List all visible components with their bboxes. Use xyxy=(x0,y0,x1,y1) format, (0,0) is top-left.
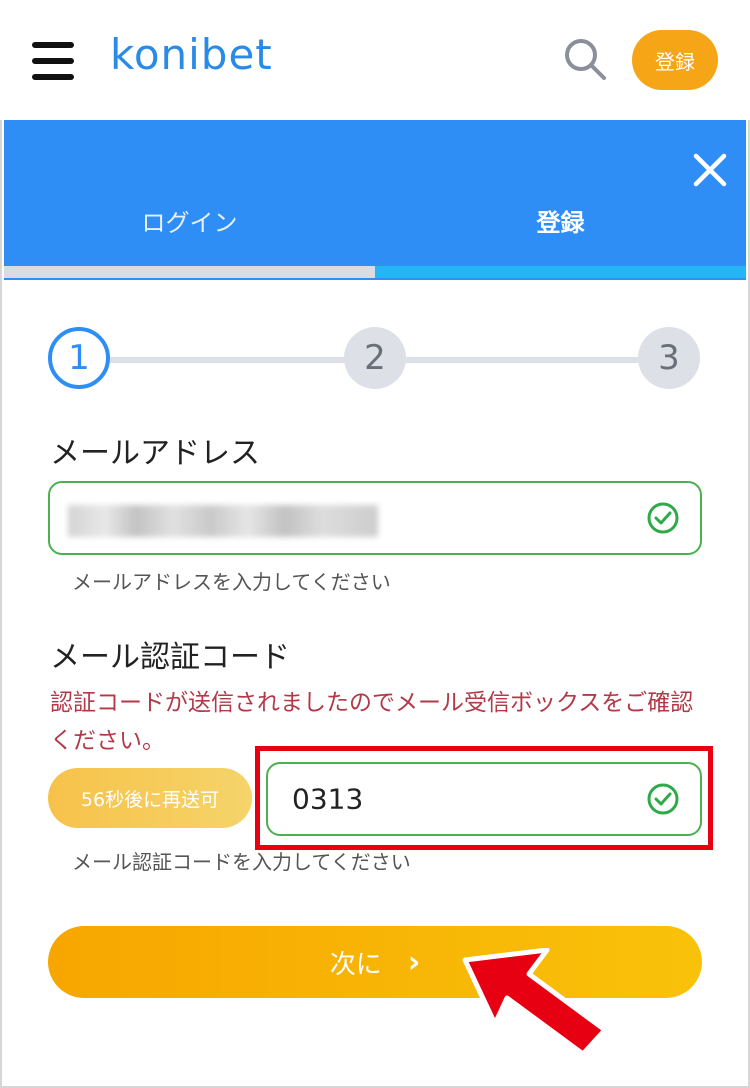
tab-register[interactable]: 登録 xyxy=(375,190,746,250)
tab-indicator-inactive xyxy=(4,266,375,278)
registration-stepper: 1 2 3 xyxy=(48,327,704,393)
chevron-right-icon: › xyxy=(407,944,421,980)
blurred-email-value xyxy=(68,505,378,537)
tab-indicator-active xyxy=(375,266,746,278)
code-label: メール認証コード xyxy=(50,640,290,675)
highlight-box xyxy=(255,746,713,850)
step-connector xyxy=(404,357,642,363)
top-header: konibet 登録 xyxy=(0,0,750,120)
header-register-button[interactable]: 登録 xyxy=(632,30,718,90)
tab-login[interactable]: ログイン xyxy=(4,190,375,250)
email-field[interactable] xyxy=(48,481,702,555)
step-connector xyxy=(108,357,348,363)
step-3: 3 xyxy=(638,327,700,389)
code-hint: メール認証コードを入力してください xyxy=(72,850,411,874)
step-1: 1 xyxy=(48,327,110,389)
email-label: メールアドレス xyxy=(50,436,260,471)
auth-tabs: ログイン 登録 xyxy=(4,120,746,280)
email-hint: メールアドレスを入力してください xyxy=(72,570,391,594)
resend-code-button[interactable]: 56秒後に再送可 xyxy=(48,768,252,828)
close-icon[interactable] xyxy=(690,150,730,190)
step-2: 2 xyxy=(344,327,406,389)
search-icon[interactable] xyxy=(562,36,608,82)
next-button-label: 次に xyxy=(329,949,382,980)
annotation-arrow-icon xyxy=(462,948,608,1057)
hamburger-menu-icon[interactable] xyxy=(32,42,74,82)
check-circle-icon xyxy=(647,502,679,534)
konibet-logo[interactable]: konibet xyxy=(110,30,273,79)
